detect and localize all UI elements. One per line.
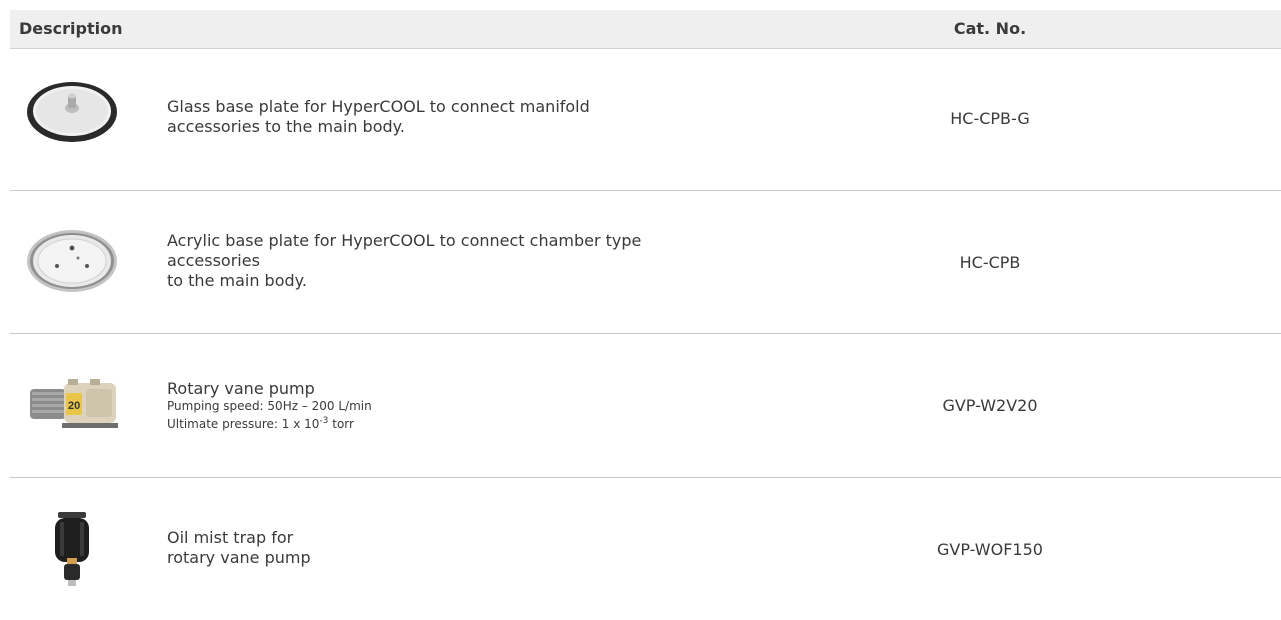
pressure-unit: torr: [328, 417, 354, 431]
header-cat-no: Cat. No.: [953, 19, 1027, 38]
oil-mist-trap-icon: [24, 508, 120, 590]
description-line: Acrylic base plate for HyperCOOL to conn…: [167, 231, 642, 250]
table-header: Description Cat. No.: [10, 10, 1281, 49]
spec-pumping-speed: Pumping speed: 50Hz – 200 L/min: [167, 399, 372, 413]
table-row: Glass base plate for HyperCOOL to connec…: [10, 49, 1281, 191]
description-line: accessories to the main body.: [167, 117, 405, 136]
description-line: rotary vane pump: [167, 548, 311, 567]
pressure-prefix: Ultimate pressure: 1 x 10: [167, 417, 320, 431]
description-line: to the main body.: [167, 271, 307, 290]
row-description: Acrylic base plate for HyperCOOL to conn…: [167, 231, 787, 291]
product-title: Rotary vane pump: [167, 379, 315, 398]
row-description: Oil mist trap for rotary vane pump: [167, 528, 787, 568]
acrylic-base-plate-icon: [24, 225, 120, 297]
spec-ultimate-pressure: Ultimate pressure: 1 x 10-3 torr: [167, 414, 787, 432]
rotary-vane-pump-icon: 20: [24, 374, 120, 436]
header-description: Description: [19, 19, 123, 38]
svg-text:20: 20: [68, 400, 80, 412]
row-description: Glass base plate for HyperCOOL to connec…: [167, 97, 787, 137]
description-line: Oil mist trap for: [167, 528, 294, 547]
cat-no-value: HC-CPB: [959, 253, 1021, 272]
description-line: Glass base plate for HyperCOOL to connec…: [167, 97, 590, 116]
cat-no-value: GVP-W2V20: [942, 396, 1038, 415]
cat-no-value: HC-CPB-G: [950, 109, 1030, 128]
table-row: 20 Rotary vane pump Pumping speed: 50Hz …: [10, 334, 1281, 478]
description-line: accessories: [167, 251, 260, 270]
accessories-table: Description Cat. No. Glass base plate fo…: [10, 10, 1281, 620]
table-row: Oil mist trap for rotary vane pump GVP-W…: [10, 478, 1281, 620]
cat-no-value: GVP-WOF150: [937, 540, 1043, 559]
table-row: Acrylic base plate for HyperCOOL to conn…: [10, 191, 1281, 334]
glass-base-plate-icon: [24, 77, 120, 147]
row-description: Rotary vane pump Pumping speed: 50Hz – 2…: [167, 379, 787, 432]
